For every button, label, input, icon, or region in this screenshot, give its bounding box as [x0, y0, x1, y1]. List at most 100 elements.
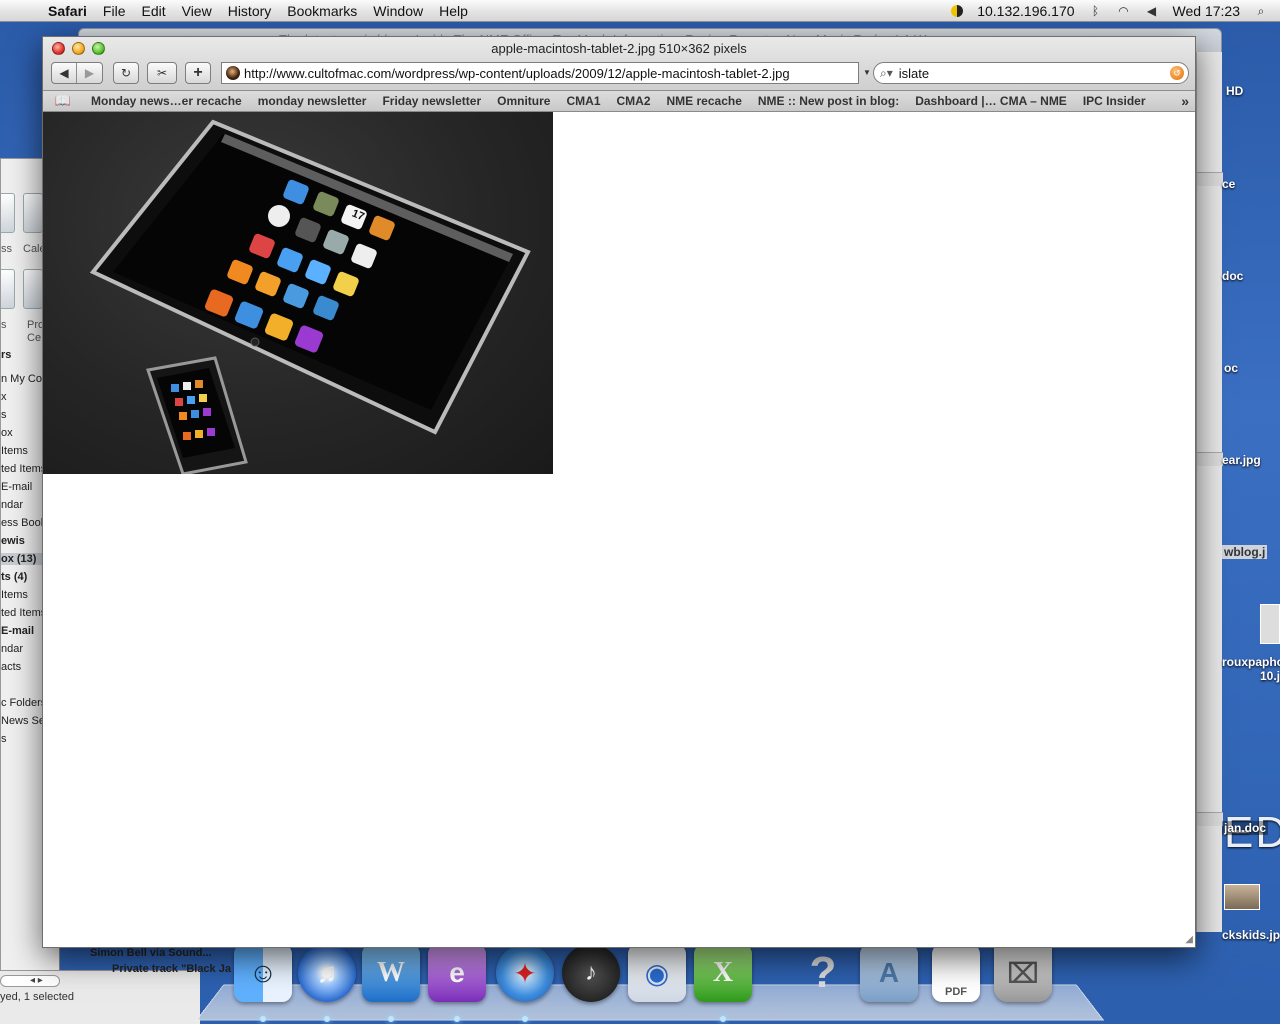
bookmark-item[interactable]: Friday newsletter — [374, 94, 489, 108]
sidebar-item[interactable]: c Folders — [1, 697, 46, 709]
menu-history[interactable]: History — [220, 0, 280, 22]
desktop-file-label[interactable]: ear.jpg — [1222, 453, 1261, 467]
sidebar-item[interactable]: ts (4) — [1, 571, 27, 583]
desktop-image-thumbnail[interactable] — [1260, 604, 1280, 644]
scroll-arrows-icon[interactable]: ◂ ▸ — [30, 975, 43, 986]
desktop-file-label[interactable]: ce — [1222, 177, 1235, 191]
desktop-file-label[interactable]: jan.doc — [1222, 821, 1269, 835]
bookmark-item[interactable]: IPC Insider — [1075, 94, 1154, 108]
wifi-icon[interactable]: ◠ — [1117, 4, 1131, 18]
running-indicator — [388, 1016, 394, 1022]
bookmark-item[interactable]: Dashboard |… CMA – NME — [907, 94, 1075, 108]
running-indicator — [324, 1016, 330, 1022]
sidebar-item[interactable]: acts — [1, 661, 21, 673]
desktop-file-label[interactable]: doc — [1222, 269, 1243, 283]
bookmark-item[interactable]: CMA1 — [558, 94, 608, 108]
desktop-image-thumbnail[interactable] — [1224, 884, 1260, 910]
calendar-icon[interactable] — [23, 193, 43, 233]
word-icon[interactable]: W — [362, 944, 420, 1002]
sidebar-item[interactable]: ess Book — [1, 517, 46, 529]
iphoto-icon[interactable]: ◉ — [628, 944, 686, 1002]
sidebar-item[interactable]: rs — [1, 349, 11, 361]
bookmark-item[interactable]: Monday news…er recache — [83, 94, 250, 108]
desktop-file-label[interactable]: rouxpapho 10.j — [1222, 655, 1280, 683]
window-toolbar[interactable]: apple-macintosh-tablet-2.jpg 510×362 pix… — [43, 37, 1195, 91]
sidebar-item[interactable]: s — [1, 409, 7, 421]
show-all-bookmarks-icon[interactable]: 📖 — [43, 93, 83, 109]
menu-edit[interactable]: Edit — [133, 0, 173, 22]
address-book-icon[interactable] — [1, 193, 15, 233]
menu-window[interactable]: Window — [365, 0, 431, 22]
bookmark-item[interactable]: monday newsletter — [250, 94, 375, 108]
safari-window[interactable]: apple-macintosh-tablet-2.jpg 510×362 pix… — [42, 36, 1196, 948]
desktop-file-label[interactable]: ckskids.jp — [1222, 928, 1280, 942]
sidebar-item[interactable]: s — [1, 733, 7, 745]
finder-icon[interactable]: ☺ — [234, 944, 292, 1002]
search-field[interactable]: ⌕▾ islate ↺ — [873, 62, 1189, 84]
desktop-file-label[interactable]: oc — [1224, 361, 1238, 375]
search-icon[interactable]: ⌕▾ — [880, 66, 893, 81]
bookmark-item[interactable]: NME recache — [659, 94, 750, 108]
menu-bookmarks[interactable]: Bookmarks — [279, 0, 365, 22]
sidebar-item[interactable]: Items — [1, 445, 28, 457]
trash-icon[interactable]: ⌧ — [994, 944, 1052, 1002]
volume-icon[interactable]: ◀ — [1145, 4, 1159, 18]
add-bookmark-button[interactable]: + — [185, 62, 211, 84]
forward-button[interactable]: ▶ — [77, 63, 102, 83]
bluetooth-icon[interactable]: ᛒ — [1089, 4, 1103, 18]
ip-address[interactable]: 10.132.196.170 — [977, 3, 1074, 19]
sidebar-item[interactable]: ewis — [1, 535, 25, 547]
back-button[interactable]: ◀ — [52, 63, 77, 83]
clock[interactable]: Wed 17:23 — [1173, 3, 1240, 19]
sidebar-item[interactable]: ndar — [1, 643, 23, 655]
resize-grip-icon[interactable]: ◢ — [1185, 934, 1193, 945]
menu-view[interactable]: View — [174, 0, 220, 22]
sidebar-item[interactable]: ted Items — [1, 607, 46, 619]
address-dropdown-icon[interactable]: ▼ — [863, 68, 871, 77]
search-text[interactable]: islate — [899, 66, 929, 81]
bookmark-item[interactable]: NME :: New post in blog: — [750, 94, 907, 108]
more-bookmarks-chevron-icon[interactable]: » — [1181, 93, 1189, 109]
iphone-illustration — [146, 356, 248, 474]
desktop-file-label[interactable]: wblog.j — [1222, 545, 1268, 559]
sidebar-item[interactable]: E-mail — [1, 625, 34, 637]
itunes-icon[interactable]: ♫ — [298, 944, 356, 1002]
web-content[interactable]: 17 — [43, 112, 1195, 947]
sidebar-item[interactable]: News Se — [1, 715, 45, 727]
tablet-photo[interactable]: 17 — [43, 112, 553, 474]
excel-icon[interactable]: X — [694, 944, 752, 1002]
address-field[interactable]: http://www.cultofmac.com/wordpress/wp-co… — [221, 62, 859, 84]
menu-file[interactable]: File — [95, 0, 134, 22]
sidebar-item[interactable]: x — [1, 391, 7, 403]
safari-icon[interactable]: ✦ — [496, 944, 554, 1002]
running-indicator — [522, 1016, 528, 1022]
sidebar-item[interactable]: Items — [1, 589, 28, 601]
bookmarks-bar: 📖 Monday news…er recache monday newslett… — [43, 91, 1195, 112]
desktop-label-hd[interactable]: HD — [1226, 84, 1243, 98]
status-bar-text: yed, 1 selected — [0, 991, 74, 1003]
bookmark-item[interactable]: Omniture — [489, 94, 558, 108]
spotlight-search-icon[interactable]: ⌕ — [1254, 4, 1268, 18]
web-clip-button[interactable]: ✂ — [147, 62, 177, 84]
bookmark-item[interactable]: CMA2 — [609, 94, 659, 108]
message-sender[interactable]: Simon Bell via Sound... — [90, 947, 212, 959]
icon-caption-3: s — [1, 319, 7, 331]
project-center-icon[interactable] — [23, 269, 43, 309]
notes-icon[interactable] — [1, 269, 15, 309]
entourage-icon[interactable]: e — [428, 944, 486, 1002]
status-moon-icon[interactable] — [951, 5, 964, 17]
sidebar-item[interactable]: ndar — [1, 499, 23, 511]
unknown-app-icon[interactable]: ? — [794, 944, 852, 1002]
menu-help[interactable]: Help — [431, 0, 476, 22]
menu-app-name[interactable]: Safari — [40, 0, 95, 22]
pdf-document-icon[interactable]: PDF — [932, 944, 980, 1002]
dashboard-icon[interactable]: ♪ — [562, 944, 620, 1002]
running-indicator — [720, 1016, 726, 1022]
search-clear-icon[interactable]: ↺ — [1170, 66, 1184, 80]
sidebar-item[interactable]: E-mail — [1, 481, 32, 493]
address-text[interactable]: http://www.cultofmac.com/wordpress/wp-co… — [244, 66, 790, 81]
sidebar-item[interactable]: ted Items — [1, 463, 46, 475]
sidebar-item[interactable]: ox — [1, 427, 13, 439]
applications-folder-icon[interactable]: A — [860, 944, 918, 1002]
reload-button[interactable]: ↻ — [113, 62, 139, 84]
